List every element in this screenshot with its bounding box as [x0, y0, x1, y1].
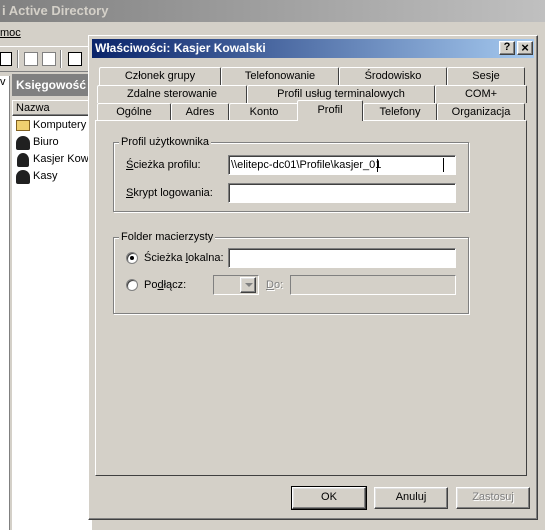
tree-scroll-indicator: v: [0, 76, 6, 88]
profile-path-input[interactable]: \\elitepc-dc01\Profile\kasjer_01: [228, 155, 456, 175]
group-icon: [16, 170, 30, 184]
dropdown-button[interactable]: [240, 277, 256, 293]
properties-toolbar-icon[interactable]: [0, 52, 12, 66]
drive-letter-dropdown[interactable]: [213, 275, 259, 295]
ok-label: OK: [321, 491, 337, 503]
list-item-label: Komputery: [33, 119, 87, 131]
help-toolbar-icon[interactable]: [68, 52, 82, 66]
properties-dialog: Właściwości: Kasjer Kowalski ? × Członek…: [88, 35, 538, 520]
tab-zdalne-sterowanie[interactable]: Zdalne sterowanie: [97, 85, 247, 103]
tab-label: Członek grupy: [124, 70, 196, 82]
tab-label: Telefony: [379, 106, 421, 118]
list-item-label: Kasjer Kowa: [33, 153, 95, 165]
ibeam-pointer-icon: [443, 158, 444, 172]
apply-label: Zastosuj: [472, 491, 514, 503]
column-header-label: Nazwa: [16, 102, 50, 114]
user-profile-group-label: Profil użytkownika: [119, 136, 212, 148]
local-path-label: Ścieżka lokalna:: [144, 252, 224, 264]
tab-label: Profil: [317, 104, 343, 116]
text-cursor-icon: [377, 159, 378, 172]
apply-button[interactable]: Zastosuj: [456, 487, 530, 509]
list-item-label: Biuro: [33, 136, 59, 148]
dialog-title: Właściwości: Kasjer Kowalski: [95, 41, 266, 55]
object-list: Nazwa Komputery Biuro Kasjer Kowa Kasy: [12, 100, 95, 530]
tab-com-plus[interactable]: COM+: [435, 85, 527, 103]
chevron-down-icon: [245, 283, 253, 287]
menu-help[interactable]: moc: [0, 27, 21, 39]
logon-script-label: Skrypt logowania:: [126, 187, 213, 199]
tab-organizacja[interactable]: Organizacja: [437, 103, 525, 121]
profile-path-value: \\elitepc-dc01\Profile\kasjer_01: [231, 159, 382, 171]
tab-label: Środowisko: [364, 70, 422, 82]
user-icon: [17, 153, 29, 167]
radio-dot-icon: [130, 256, 134, 260]
connect-radio[interactable]: [126, 279, 138, 291]
tab-telefony[interactable]: Telefony: [363, 103, 437, 121]
tab-label: Telefonowanie: [244, 70, 316, 82]
tab-profil[interactable]: Profil: [297, 100, 363, 121]
tab-label: Profil usług terminalowych: [277, 88, 405, 100]
tab-czlonek-grupy[interactable]: Członek grupy: [99, 67, 221, 85]
profile-path-label: Ścieżka profilu:: [126, 159, 201, 171]
connect-text-1: Po: [144, 279, 158, 291]
tab-telefonowanie[interactable]: Telefonowanie: [221, 67, 339, 85]
tab-adres[interactable]: Adres: [171, 103, 229, 121]
tab-label: Konto: [249, 106, 279, 118]
profile-path-text: cieżka profilu:: [133, 159, 201, 171]
close-icon: ×: [521, 40, 529, 55]
tab-ogolne[interactable]: Ogólne: [97, 103, 171, 121]
refresh-toolbar-icon[interactable]: [24, 52, 38, 66]
tab-page-profil: Profil użytkownika Ścieżka profilu: \\el…: [95, 120, 527, 476]
cancel-button[interactable]: Anuluj: [374, 487, 448, 509]
connect-text-2: łącz:: [163, 279, 187, 291]
tab-label: Ogólne: [116, 106, 152, 118]
home-folder-group-label: Folder macierzysty: [119, 231, 216, 243]
local-path-text-1: Ścieżka: [144, 252, 186, 264]
ok-button[interactable]: OK: [291, 486, 367, 510]
logon-script-text: krypt logowania:: [133, 187, 213, 199]
background-title-text: i Active Directory: [2, 3, 109, 18]
to-text: o:: [273, 279, 284, 291]
connect-path-input[interactable]: [290, 275, 456, 295]
to-accel: D: [266, 279, 274, 291]
list-item-label: Kasy: [33, 170, 58, 182]
to-label: Do:: [266, 279, 283, 291]
left-pane-edge: v: [0, 76, 10, 530]
tab-label: Organizacja: [451, 106, 511, 118]
tab-label: COM+: [464, 88, 498, 100]
local-path-input[interactable]: [228, 248, 456, 268]
local-path-radio[interactable]: [126, 252, 138, 264]
tab-konto[interactable]: Konto: [229, 103, 299, 121]
tab-sesje[interactable]: Sesje: [447, 67, 525, 85]
dialog-title-bar[interactable]: Właściwości: Kasjer Kowalski ? ×: [92, 39, 534, 58]
tab-label: Adres: [185, 106, 215, 118]
ou-panel-header: Księgowość: [12, 74, 92, 96]
tab-label: Sesje: [472, 70, 500, 82]
export-toolbar-icon[interactable]: [42, 52, 56, 66]
background-toolbar: [0, 46, 100, 72]
help-icon: ?: [503, 41, 511, 53]
toolbar-divider-2: [60, 50, 62, 68]
toolbar-divider: [17, 50, 19, 68]
close-button[interactable]: ×: [517, 41, 533, 55]
group-icon: [16, 136, 30, 150]
connect-label: Podłącz:: [144, 279, 186, 291]
tab-srodowisko[interactable]: Środowisko: [339, 67, 447, 85]
background-title-bar: i Active Directory: [0, 0, 545, 22]
column-header-name[interactable]: Nazwa: [12, 100, 92, 116]
local-path-text-2: okalna:: [188, 252, 224, 264]
logon-script-input[interactable]: [228, 183, 456, 203]
help-button[interactable]: ?: [499, 41, 515, 55]
cancel-label: Anuluj: [395, 491, 427, 503]
ou-panel-title: Księgowość: [16, 78, 87, 92]
folder-icon: [16, 120, 30, 131]
tab-label: Zdalne sterowanie: [127, 88, 217, 100]
